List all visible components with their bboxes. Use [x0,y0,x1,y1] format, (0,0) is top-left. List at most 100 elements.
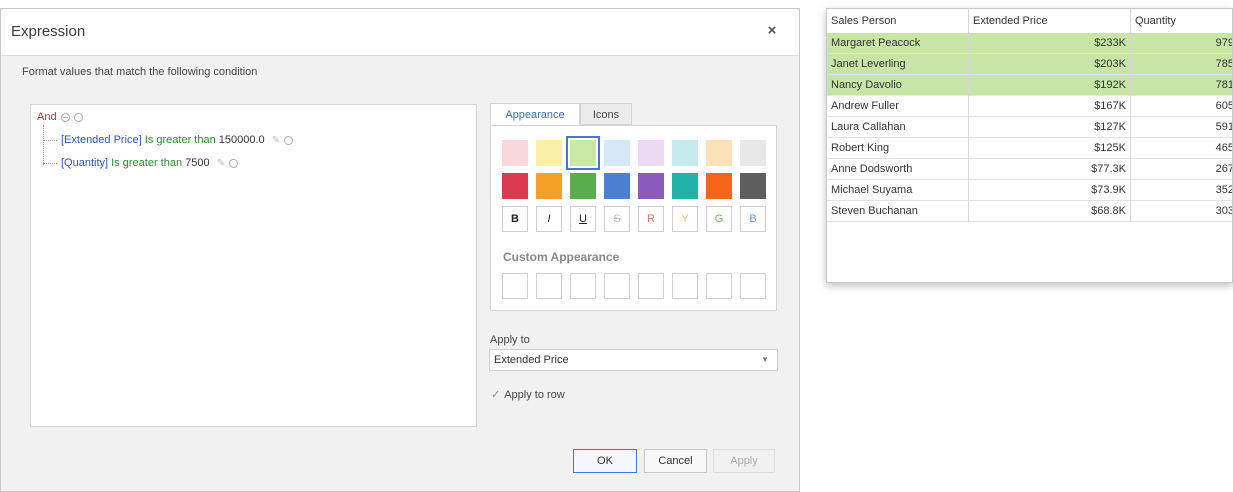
cell-extended-price: $203K [969,54,1131,75]
column-header-quantity[interactable]: Quantity [1131,9,1232,33]
group-operator[interactable]: And [37,111,83,123]
table-row[interactable]: Laura Callahan $127K 591 [827,117,1232,138]
group-operator-label[interactable]: And [37,111,57,123]
condition-row[interactable]: [Extended Price] Is greater than 150000.… [61,134,294,146]
chevron-down-icon[interactable]: ▼ [761,350,769,370]
table-row[interactable]: Margaret Peacock $233K 979 [827,33,1232,54]
cancel-button[interactable]: Cancel [644,449,707,473]
custom-appearance-slot[interactable] [672,273,698,299]
apply-to-select[interactable]: Extended Price ▼ [489,349,778,371]
cell-quantity: 267 [1131,159,1232,180]
format-button[interactable]: S [604,206,630,232]
cell-quantity: 465 [1131,138,1232,159]
condition-value[interactable]: 150000.0 [219,134,265,146]
color-swatch[interactable] [566,136,600,170]
format-button[interactable]: R [638,206,664,232]
format-button[interactable]: B [740,206,766,232]
color-swatch[interactable] [502,140,528,166]
cell-sales-person: Steven Buchanan [827,201,969,222]
cell-extended-price: $77.3K [969,159,1131,180]
cell-sales-person: Janet Leverling [827,54,969,75]
condition-field[interactable]: [Extended Price] [61,134,142,146]
format-button[interactable]: Y [672,206,698,232]
dialog-header: Expression × [1,9,799,56]
apply-to-row-checkbox[interactable]: ✓ Apply to row [491,388,565,401]
cell-extended-price: $192K [969,75,1131,96]
cell-sales-person: Anne Dodsworth [827,159,969,180]
table-row[interactable]: Anne Dodsworth $77.3K 267 [827,159,1232,180]
custom-appearance-label: Custom Appearance [503,250,620,264]
cell-sales-person: Margaret Peacock [827,33,969,54]
color-swatch[interactable] [672,140,698,166]
color-swatch[interactable] [706,173,732,199]
add-condition-icon[interactable] [60,112,70,122]
table-row[interactable]: Nancy Davolio $192K 781 [827,75,1232,96]
custom-appearance-slot[interactable] [502,273,528,299]
table-row[interactable]: Janet Leverling $203K 785 [827,54,1232,75]
color-swatch[interactable] [706,140,732,166]
color-swatch[interactable] [740,140,766,166]
cell-sales-person: Laura Callahan [827,117,969,138]
group-options-icon[interactable] [73,112,83,122]
ok-button[interactable]: OK [573,449,637,473]
close-button[interactable]: × [761,20,783,42]
condition-field[interactable]: [Quantity] [61,157,108,169]
color-swatch[interactable] [536,173,562,199]
format-button[interactable]: I [536,206,562,232]
column-header-sales-person[interactable]: Sales Person [827,9,969,33]
apply-button[interactable]: Apply [713,449,775,473]
table-row[interactable]: Steven Buchanan $68.8K 303 [827,201,1232,222]
tree-connector [43,163,57,165]
cell-quantity: 605 [1131,96,1232,117]
grid-header: Sales Person Extended Price Quantity [827,9,1232,34]
table-row[interactable]: Andrew Fuller $167K 605 [827,96,1232,117]
format-button[interactable]: G [706,206,732,232]
custom-appearance-slot[interactable] [740,273,766,299]
remove-condition-icon[interactable] [229,158,239,168]
dialog-title: Expression [11,23,86,40]
remove-condition-icon[interactable] [284,135,294,145]
cell-quantity: 979 [1131,33,1232,54]
custom-appearance-slot[interactable] [706,273,732,299]
condition-row[interactable]: [Quantity] Is greater than 7500 ✎ [61,157,239,169]
color-swatch[interactable] [638,140,664,166]
condition-operator[interactable]: Is greater than [145,134,216,146]
custom-appearance-slot[interactable] [570,273,596,299]
condition-caption: Format values that match the following c… [22,66,258,78]
apply-to-label: Apply to [490,334,530,346]
custom-appearance-slot[interactable] [604,273,630,299]
color-swatch[interactable] [604,140,630,166]
custom-appearance-slot[interactable] [638,273,664,299]
cell-sales-person: Robert King [827,138,969,159]
cell-quantity: 591 [1131,117,1232,138]
edit-value-icon[interactable]: ✎ [272,135,280,146]
apply-to-value: Extended Price [494,354,569,366]
apply-to-row-label: Apply to row [504,389,565,401]
table-row[interactable]: Michael Suyama $73.9K 352 [827,180,1232,201]
tab-icons[interactable]: Icons [580,103,632,125]
color-swatch[interactable] [672,173,698,199]
color-swatch[interactable] [740,173,766,199]
color-swatch[interactable] [536,140,562,166]
cell-quantity: 781 [1131,75,1232,96]
format-button[interactable]: U [570,206,596,232]
cell-extended-price: $68.8K [969,201,1131,222]
cell-extended-price: $127K [969,117,1131,138]
color-swatch[interactable] [570,173,596,199]
color-swatch[interactable] [638,173,664,199]
column-header-extended-price[interactable]: Extended Price [969,9,1131,33]
color-swatch[interactable] [604,173,630,199]
condition-tree[interactable]: And [Extended Price] Is greater than 150… [30,104,477,427]
condition-value[interactable]: 7500 [185,157,209,169]
custom-appearance-slot[interactable] [536,273,562,299]
table-row[interactable]: Robert King $125K 465 [827,138,1232,159]
cell-quantity: 352 [1131,180,1232,201]
check-icon[interactable]: ✓ [491,389,500,401]
color-swatch[interactable] [502,173,528,199]
edit-value-icon[interactable]: ✎ [217,158,225,169]
cell-extended-price: $233K [969,33,1131,54]
tab-appearance[interactable]: Appearance [490,103,580,125]
condition-operator[interactable]: Is greater than [111,157,182,169]
format-button[interactable]: B [502,206,528,232]
cell-quantity: 785 [1131,54,1232,75]
